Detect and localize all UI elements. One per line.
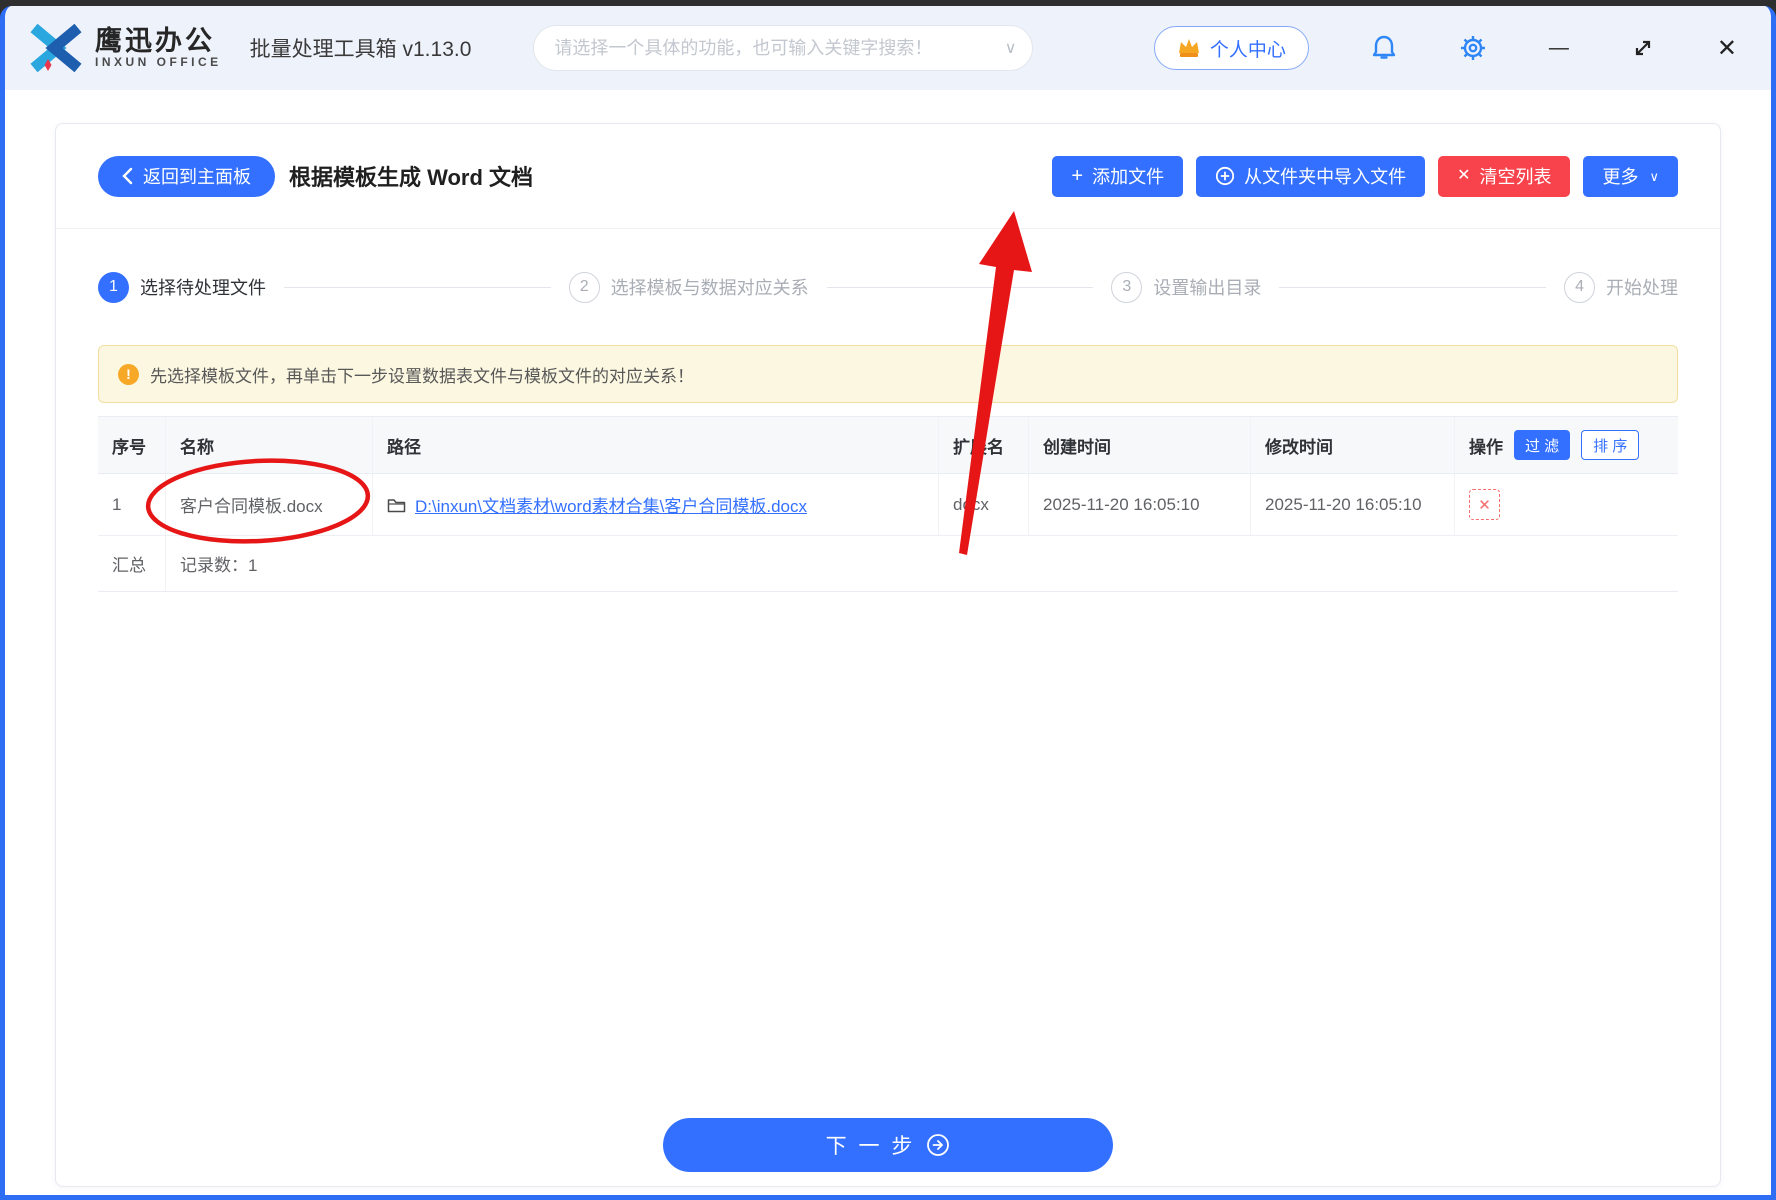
warning-icon: ! (118, 363, 139, 385)
brand-name: 鹰迅办公 (95, 25, 215, 56)
step-2-label: 选择模板与数据对应关系 (610, 278, 809, 298)
step-3-output-directory: 3 设置输出目录 (1111, 271, 1262, 303)
window-minimize-button[interactable]: — (1549, 37, 1569, 60)
col-header-modified: 修改时间 (1251, 417, 1455, 473)
next-step-button[interactable]: 下 一 步 (663, 1118, 1113, 1172)
step-connector (826, 286, 1094, 288)
close-icon: ✕ (1457, 167, 1471, 184)
user-center-label: 个人中心 (1209, 39, 1286, 61)
back-button-label: 返回到主面板 (143, 167, 251, 187)
cell-modified-time: 2025-11-20 16:05:10 (1251, 474, 1455, 535)
summary-record-count: 记录数：1 (180, 556, 258, 575)
chevron-down-icon: ∨ (1649, 168, 1659, 184)
plus-icon: + (1071, 165, 1084, 187)
add-files-label: 添加文件 (1092, 167, 1165, 187)
warning-text: 先选择模板文件，再单击下一步设置数据表文件与模板文件的对应关系！ (150, 366, 694, 386)
step-2-template-mapping: 2 选择模板与数据对应关系 (568, 271, 809, 303)
add-files-button[interactable]: + 添加文件 (1052, 155, 1184, 197)
brand-x-icon (30, 23, 82, 73)
clear-list-button[interactable]: ✕ 清空列表 (1438, 155, 1571, 197)
more-label: 更多 (1602, 167, 1639, 187)
import-from-folder-button[interactable]: 从文件夹中导入文件 (1196, 155, 1426, 197)
chevron-down-icon: ∨ (1004, 40, 1017, 57)
col-header-action: 操作 (1469, 437, 1503, 457)
circle-plus-icon (1215, 166, 1235, 186)
top-bar: 鹰迅办公 INXUN OFFICE 批量处理工具箱 v1.13.0 ∨ 个人中心 (5, 6, 1771, 90)
window-maximize-button[interactable] (1631, 36, 1655, 60)
step-4-number: 4 (1564, 271, 1596, 303)
app-logo: 鹰迅办公 INXUN OFFICE (27, 21, 222, 75)
arrow-right-circle-icon (927, 1134, 950, 1156)
cell-file-name: 客户合同模板.docx (166, 474, 373, 535)
table-row: 1 客户合同模板.docx D:\inxun\文档素材\word素材合集\客户合… (98, 474, 1678, 536)
step-1-number: 1 (98, 271, 129, 303)
filter-button[interactable]: 过 滤 (1514, 430, 1571, 460)
folder-icon (387, 498, 406, 512)
cell-created-time: 2025-11-20 16:05:10 (1029, 474, 1251, 535)
col-header-extension: 扩展名 (939, 417, 1029, 473)
table-summary-row: 汇总 记录数：1 (98, 536, 1678, 592)
app-title-version: 批量处理工具箱 v1.13.0 (249, 38, 472, 61)
more-button[interactable]: 更多 ∨ (1583, 155, 1678, 197)
step-connector (1279, 286, 1547, 288)
search-input[interactable] (554, 37, 997, 59)
cell-extension: docx (939, 474, 1029, 535)
col-header-index: 序号 (98, 417, 166, 473)
settings-gear-icon[interactable] (1459, 34, 1487, 62)
summary-label: 汇总 (98, 536, 166, 591)
file-table: 序号 名称 路径 扩展名 创建时间 修改时间 操作 过 滤 排 序 1 客户合同… (98, 416, 1678, 592)
main-panel: 返回到主面板 根据模板生成 Word 文档 + 添加文件 从文件夹中导入文件 ✕ (55, 123, 1721, 1187)
col-header-path: 路径 (373, 417, 939, 473)
step-3-number: 3 (1111, 271, 1143, 303)
import-from-folder-label: 从文件夹中导入文件 (1244, 167, 1407, 187)
notification-bell-icon[interactable] (1371, 34, 1397, 62)
table-header-row: 序号 名称 路径 扩展名 创建时间 修改时间 操作 过 滤 排 序 (98, 417, 1678, 474)
step-2-number: 2 (568, 271, 600, 303)
brand-name-en: INXUN OFFICE (95, 55, 222, 70)
next-step-label: 下 一 步 (825, 1135, 916, 1158)
col-header-name: 名称 (166, 417, 373, 473)
page-title: 根据模板生成 Word 文档 (289, 165, 534, 190)
col-header-created: 创建时间 (1029, 417, 1251, 473)
step-1-label: 选择待处理文件 (140, 278, 266, 298)
step-3-label: 设置输出目录 (1153, 278, 1262, 298)
sort-button[interactable]: 排 序 (1581, 430, 1640, 460)
step-4-label: 开始处理 (1606, 278, 1679, 298)
crown-icon (1178, 39, 1199, 57)
top-bar-right: 个人中心 — ✕ (1153, 26, 1737, 70)
app-window: 鹰迅办公 INXUN OFFICE 批量处理工具箱 v1.13.0 ∨ 个人中心 (0, 6, 1776, 1200)
step-indicator: 1 选择待处理文件 2 选择模板与数据对应关系 3 设置输出目录 4 开始处理 (98, 229, 1678, 345)
window-close-button[interactable]: ✕ (1717, 34, 1737, 63)
step-4-start-processing: 4 开始处理 (1564, 271, 1679, 303)
panel-header: 返回到主面板 根据模板生成 Word 文档 + 添加文件 从文件夹中导入文件 ✕ (98, 124, 1678, 228)
user-center-button[interactable]: 个人中心 (1153, 26, 1309, 70)
file-path-link[interactable]: D:\inxun\文档素材\word素材合集\客户合同模板.docx (415, 492, 807, 517)
cell-index: 1 (98, 474, 166, 535)
step-connector (284, 286, 551, 288)
function-search-select[interactable]: ∨ (533, 25, 1034, 71)
warning-banner: ! 先选择模板文件，再单击下一步设置数据表文件与模板文件的对应关系！ (98, 345, 1678, 403)
back-to-dashboard-button[interactable]: 返回到主面板 (98, 155, 275, 197)
clear-list-label: 清空列表 (1479, 167, 1552, 187)
step-1-select-files: 1 选择待处理文件 (98, 271, 266, 303)
delete-row-button[interactable]: ✕ (1469, 489, 1500, 520)
chevron-left-icon (122, 167, 133, 185)
